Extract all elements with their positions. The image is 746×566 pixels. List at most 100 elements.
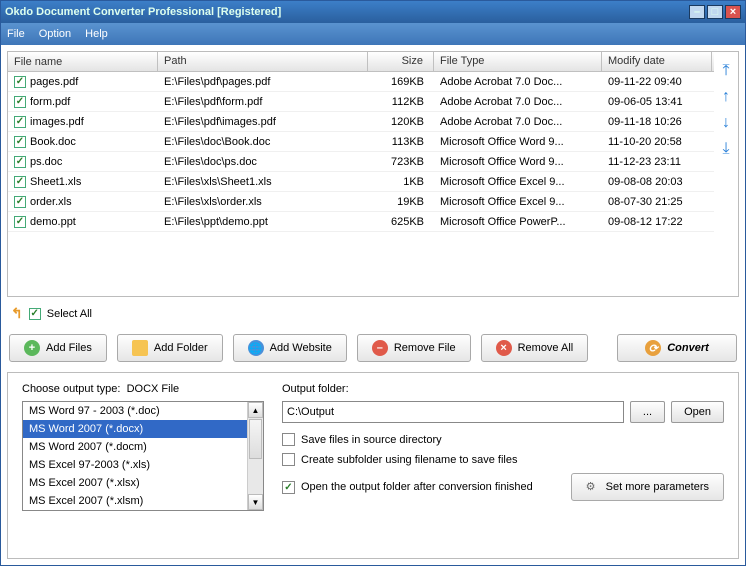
- menu-help[interactable]: Help: [85, 28, 108, 40]
- col-header-size[interactable]: Size: [368, 52, 434, 71]
- row-checkbox[interactable]: ✓: [14, 176, 26, 188]
- create-subfolder-row: Create subfolder using filename to save …: [282, 453, 724, 466]
- open-folder-button[interactable]: Open: [671, 401, 724, 423]
- output-type-listbox[interactable]: MS Word 97 - 2003 (*.doc)MS Word 2007 (*…: [22, 401, 264, 511]
- file-date: 09-11-22 09:40: [602, 74, 712, 90]
- file-list[interactable]: File name Path Size File Type Modify dat…: [8, 52, 714, 296]
- table-row[interactable]: ✓Book.docE:\Files\doc\Book.doc113KBMicro…: [8, 132, 714, 152]
- file-type: Microsoft Office Word 9...: [434, 154, 602, 170]
- open-after-checkbox[interactable]: ✓: [282, 481, 295, 494]
- row-checkbox[interactable]: ✓: [14, 76, 26, 88]
- scroll-track[interactable]: [248, 460, 263, 494]
- output-type-option[interactable]: MS Word 2007 (*.docx): [23, 420, 247, 438]
- col-header-type[interactable]: File Type: [434, 52, 602, 71]
- select-all-checkbox[interactable]: ✓: [29, 308, 41, 320]
- output-type-option[interactable]: MS Word 2007 (*.docm): [23, 438, 247, 456]
- output-folder-input[interactable]: [282, 401, 624, 423]
- browse-button[interactable]: ...: [630, 401, 665, 423]
- output-type-option[interactable]: MS Excel 2007 (*.xlsx): [23, 474, 247, 492]
- col-header-path[interactable]: Path: [158, 52, 368, 71]
- table-row[interactable]: ✓ps.docE:\Files\doc\ps.doc723KBMicrosoft…: [8, 152, 714, 172]
- table-row[interactable]: ✓order.xlsE:\Files\xls\order.xls19KBMicr…: [8, 192, 714, 212]
- add-files-button[interactable]: + Add Files: [9, 334, 107, 362]
- move-top-icon[interactable]: ⤒: [722, 62, 729, 80]
- file-name: images.pdf: [30, 116, 84, 128]
- file-type: Adobe Acrobat 7.0 Doc...: [434, 94, 602, 110]
- reorder-arrows: ⤒ ↑ ↓ ⤓: [714, 52, 738, 296]
- table-row[interactable]: ✓ form.pdf E:\Files\pdf\form.pdf112KBAdobe…: [8, 92, 714, 112]
- app-title: Okdo Document Converter Professional [Re…: [5, 6, 687, 18]
- file-date: 09-08-12 17:22: [602, 214, 712, 230]
- scroll-up-button[interactable]: ▲: [248, 402, 263, 418]
- minus-icon: –: [372, 340, 388, 356]
- file-type: Microsoft Office Excel 9...: [434, 174, 602, 190]
- remove-file-button[interactable]: – Remove File: [357, 334, 471, 362]
- move-up-icon[interactable]: ↑: [722, 88, 730, 106]
- remove-all-button[interactable]: × Remove All: [481, 334, 589, 362]
- file-date: 08-07-30 21:25: [602, 194, 712, 210]
- file-date: 09-08-08 20:03: [602, 174, 712, 190]
- menu-option[interactable]: Option: [39, 28, 71, 40]
- save-source-label: Save files in source directory: [301, 434, 442, 446]
- row-checkbox[interactable]: ✓: [14, 196, 26, 208]
- file-size: 19KB: [368, 194, 434, 210]
- listbox-scrollbar[interactable]: ▲ ▼: [247, 402, 263, 510]
- list-header: File name Path Size File Type Modify dat…: [8, 52, 714, 72]
- file-date: 09-11-18 10:26: [602, 114, 712, 130]
- output-type-label: Choose output type: DOCX File: [22, 383, 264, 395]
- open-after-label: Open the output folder after conversion …: [301, 481, 533, 493]
- output-type-option[interactable]: MS Excel 97-2003 (*.xls): [23, 456, 247, 474]
- file-name: Book.doc: [30, 136, 76, 148]
- save-source-row: Save files in source directory: [282, 433, 724, 446]
- move-bottom-icon[interactable]: ⤓: [722, 140, 729, 158]
- file-path: E:\Files\doc\ps.doc: [158, 154, 368, 170]
- row-checkbox[interactable]: ✓: [14, 96, 26, 108]
- save-source-checkbox[interactable]: [282, 433, 295, 446]
- listbox-items: MS Word 97 - 2003 (*.doc)MS Word 2007 (*…: [23, 402, 247, 510]
- row-checkbox[interactable]: ✓: [14, 156, 26, 168]
- output-type-option[interactable]: MS Word 97 - 2003 (*.doc): [23, 402, 247, 420]
- table-row[interactable]: ✓demo.pptE:\Files\ppt\demo.ppt625KBMicro…: [8, 212, 714, 232]
- app-window: Okdo Document Converter Professional [Re…: [0, 0, 746, 566]
- file-type: Adobe Acrobat 7.0 Doc...: [434, 74, 602, 90]
- menubar: File Option Help: [1, 23, 745, 45]
- minimize-button[interactable]: –: [689, 5, 705, 19]
- file-size: 112KB: [368, 94, 434, 110]
- file-name: form.pdf: [30, 96, 70, 108]
- table-row[interactable]: ✓pages.pdfE:\Files\pdf\pages.pdf169KBAdo…: [8, 72, 714, 92]
- move-down-icon[interactable]: ↓: [722, 114, 730, 132]
- file-name: order.xls: [30, 196, 72, 208]
- file-size: 1KB: [368, 174, 434, 190]
- file-size: 169KB: [368, 74, 434, 90]
- output-type-option[interactable]: MS Excel 2007 (*.xlsm): [23, 492, 247, 510]
- table-row[interactable]: ✓Sheet1.xlsE:\Files\xls\Sheet1.xls1KBMic…: [8, 172, 714, 192]
- open-after-row: ✓ Open the output folder after conversio…: [282, 481, 571, 494]
- globe-icon: 🌐: [248, 340, 264, 356]
- close-button[interactable]: ×: [725, 5, 741, 19]
- file-list-panel: File name Path Size File Type Modify dat…: [7, 51, 739, 297]
- add-website-button[interactable]: 🌐 Add Website: [233, 334, 347, 362]
- list-rows: ✓pages.pdfE:\Files\pdf\pages.pdf169KBAdo…: [8, 72, 714, 232]
- file-path: E:\Files\xls\Sheet1.xls: [158, 174, 368, 190]
- row-checkbox[interactable]: ✓: [14, 216, 26, 228]
- menu-file[interactable]: File: [7, 28, 25, 40]
- file-name: demo.ppt: [30, 216, 76, 228]
- add-folder-button[interactable]: Add Folder: [117, 334, 223, 362]
- up-folder-icon[interactable]: ↰: [11, 305, 23, 322]
- create-subfolder-checkbox[interactable]: [282, 453, 295, 466]
- settings-panel: Choose output type: DOCX File MS Word 97…: [7, 372, 739, 559]
- col-header-name[interactable]: File name: [8, 52, 158, 71]
- scroll-down-button[interactable]: ▼: [248, 494, 263, 510]
- scroll-thumb[interactable]: [249, 419, 262, 459]
- maximize-button[interactable]: □: [707, 5, 723, 19]
- row-checkbox[interactable]: ✓: [14, 136, 26, 148]
- file-path: E:\Files\pdf\form.pdf: [158, 94, 368, 110]
- table-row[interactable]: ✓images.pdfE:\Files\pdf\images.pdf120KBA…: [8, 112, 714, 132]
- file-name: pages.pdf: [30, 76, 78, 88]
- row-checkbox[interactable]: ✓: [14, 116, 26, 128]
- output-folder-row: ... Open: [282, 401, 724, 423]
- create-subfolder-label: Create subfolder using filename to save …: [301, 454, 517, 466]
- convert-button[interactable]: ⟳ Convert: [617, 334, 737, 362]
- col-header-date[interactable]: Modify date: [602, 52, 712, 71]
- set-more-parameters-button[interactable]: ⚙ Set more parameters: [571, 473, 724, 501]
